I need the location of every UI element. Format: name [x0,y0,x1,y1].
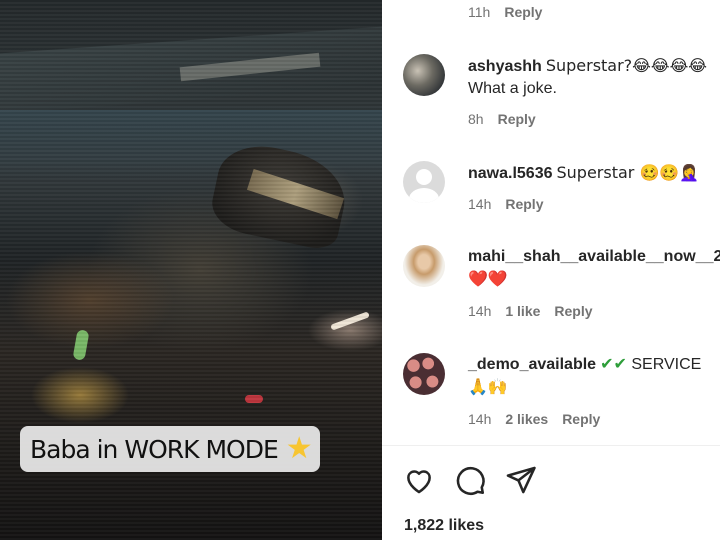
comment-text: ashyashh Superstar?😂😂😂😂 [468,54,707,79]
media-caption-text: Baba in WORK MODE [30,434,279,464]
comment-text-line2: What a joke. [468,80,557,97]
post-media[interactable]: Baba in WORK MODE ★ [0,0,382,540]
comment-body-line2: 🙏🙌 [468,379,508,396]
avatar[interactable] [403,54,445,96]
comment-meta: 11h Reply [468,4,542,20]
comments-panel[interactable]: 11h Reply ashyashh Superstar?😂😂😂😂 What a … [382,0,720,540]
comment-body: SERVICE [631,356,702,373]
comment-time: 14h [468,411,492,427]
comment-meta: 14h 2 likes Reply [468,411,600,427]
comment-likes[interactable]: 2 likes [505,411,548,427]
comment-time: 11h [468,4,491,20]
comment-icon[interactable] [453,463,487,497]
actions-divider [382,445,720,446]
share-icon[interactable] [504,463,538,497]
heart-icon[interactable] [402,463,436,497]
reply-button[interactable]: Reply [504,4,542,20]
comment-time: 14h [468,196,492,212]
reply-button[interactable]: Reply [498,111,536,127]
comment-body: ❤️❤️ [468,271,508,288]
star-icon: ★ [285,432,313,465]
avatar[interactable] [403,353,445,395]
media-caption-badge: Baba in WORK MODE ★ [20,426,320,472]
comment-meta: 14h 1 like Reply [468,303,593,319]
comment-time: 8h [468,111,484,127]
avatar[interactable] [403,245,445,287]
comment-username[interactable]: ashyashh [468,58,542,75]
check-icon: ✔✔ [600,356,627,373]
comment-text: _demo_available ✔✔ SERVICE [468,353,701,377]
comment-meta: 8h Reply [468,111,536,127]
post-likes-count[interactable]: 1,822 likes [404,517,484,535]
comment-text: mahi__shah__available__now__2 [468,245,720,269]
comment-likes[interactable]: 1 like [505,303,540,319]
comment-body: Superstar?😂😂😂😂 [545,56,707,75]
avatar[interactable] [403,161,445,203]
comment-text: nawa.l5636 Superstar 🥴🥴🤦‍♀️ [468,161,699,186]
comment-username[interactable]: _demo_available [468,356,596,373]
comment-username[interactable]: nawa.l5636 [468,165,553,182]
comment-meta: 14h Reply [468,196,543,212]
reply-button[interactable]: Reply [554,303,592,319]
comment-time: 14h [468,303,492,319]
reply-button[interactable]: Reply [505,196,543,212]
comment-username[interactable]: mahi__shah__available__now__2 [468,248,720,265]
comment-body: Superstar 🥴🥴🤦‍♀️ [556,163,700,182]
reply-button[interactable]: Reply [562,411,600,427]
